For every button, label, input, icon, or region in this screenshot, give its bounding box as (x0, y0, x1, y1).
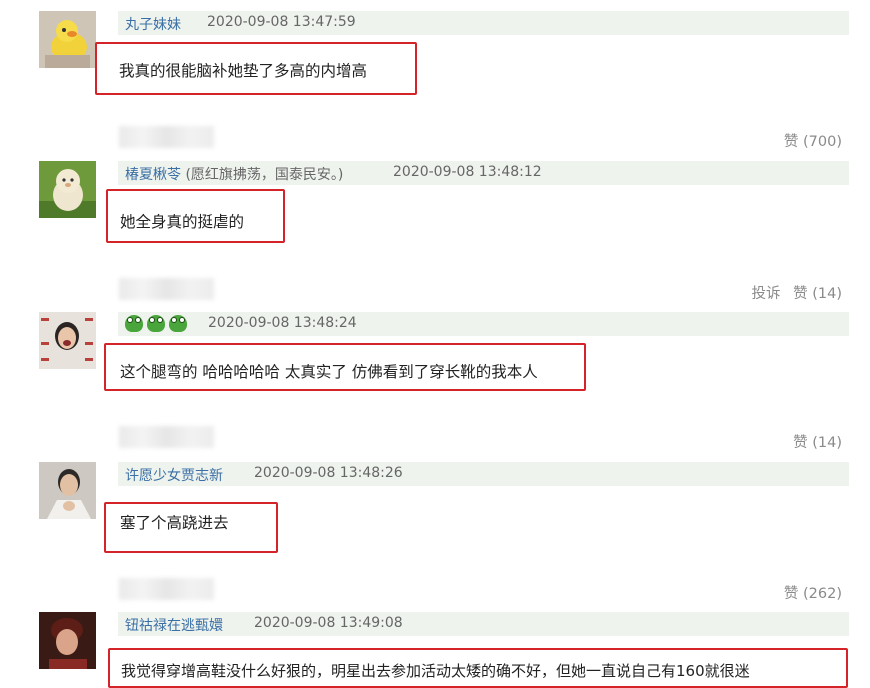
comment-actions: 赞 (14) (785, 431, 842, 452)
like-button[interactable]: 赞 (262) (784, 586, 842, 602)
avatar[interactable] (39, 11, 96, 68)
comment-timestamp: 2020-09-08 13:47:59 (207, 14, 356, 30)
comment-text: 我真的很能脑补她垫了多高的内增高 (119, 62, 368, 80)
username-link[interactable]: 钮祜禄在逃甄嬛 (125, 615, 223, 635)
avatar[interactable] (39, 462, 96, 519)
avatar[interactable] (39, 312, 96, 369)
comment-actions: 赞 (262) (776, 582, 842, 603)
blurred-reply (119, 278, 214, 300)
username-link[interactable]: 椿夏楸苓 (愿红旗拂荡，国泰民安。) (125, 164, 343, 184)
comment-text: 她全身真的挺虐的 (120, 213, 245, 231)
comment-text: 我觉得穿增高鞋没什么好狠的，明星出去参加活动太矮的确不好，但她一直说自己有160… (121, 662, 750, 680)
blurred-reply (119, 126, 214, 148)
username-text[interactable]: 椿夏楸苓 (125, 167, 181, 183)
comment-meta-bar: 钮祜禄在逃甄嬛 2020-09-08 13:49:08 (118, 612, 849, 636)
comment-meta-bar: 许愿少女贾志新 2020-09-08 13:48:26 (118, 462, 849, 486)
avatar[interactable] (39, 161, 96, 218)
frog-icon (125, 315, 143, 332)
avatar[interactable] (39, 612, 96, 669)
comment-meta-bar: 2020-09-08 13:48:24 (118, 312, 849, 336)
comment-meta-bar: 丸子妹妹 2020-09-08 13:47:59 (118, 11, 849, 35)
comment-actions: 赞 (700) (776, 130, 842, 151)
username-emoji[interactable] (125, 315, 187, 332)
comment-meta-bar: 椿夏楸苓 (愿红旗拂荡，国泰民安。) 2020-09-08 13:48:12 (118, 161, 849, 185)
like-button[interactable]: 赞 (14) (793, 435, 842, 451)
comment-timestamp: 2020-09-08 13:48:24 (208, 315, 357, 331)
username-link[interactable]: 丸子妹妹 (125, 14, 181, 34)
comment-text: 塞了个高跷进去 (120, 514, 229, 532)
frog-icon (147, 315, 165, 332)
frog-icon (169, 315, 187, 332)
username-link[interactable]: 许愿少女贾志新 (125, 465, 223, 485)
comment-actions: 投诉 赞 (14) (744, 282, 842, 303)
blurred-reply (119, 578, 214, 600)
like-button[interactable]: 赞 (14) (793, 286, 842, 302)
username-note: (愿红旗拂荡，国泰民安。) (185, 167, 344, 183)
like-button[interactable]: 赞 (700) (784, 134, 842, 150)
comment-text: 这个腿弯的 哈哈哈哈哈 太真实了 仿佛看到了穿长靴的我本人 (120, 363, 538, 381)
comment-timestamp: 2020-09-08 13:48:26 (254, 465, 403, 481)
comment-timestamp: 2020-09-08 13:48:12 (393, 164, 542, 180)
comment-timestamp: 2020-09-08 13:49:08 (254, 615, 403, 631)
report-button[interactable]: 投诉 (752, 286, 781, 302)
blurred-reply (119, 426, 214, 448)
